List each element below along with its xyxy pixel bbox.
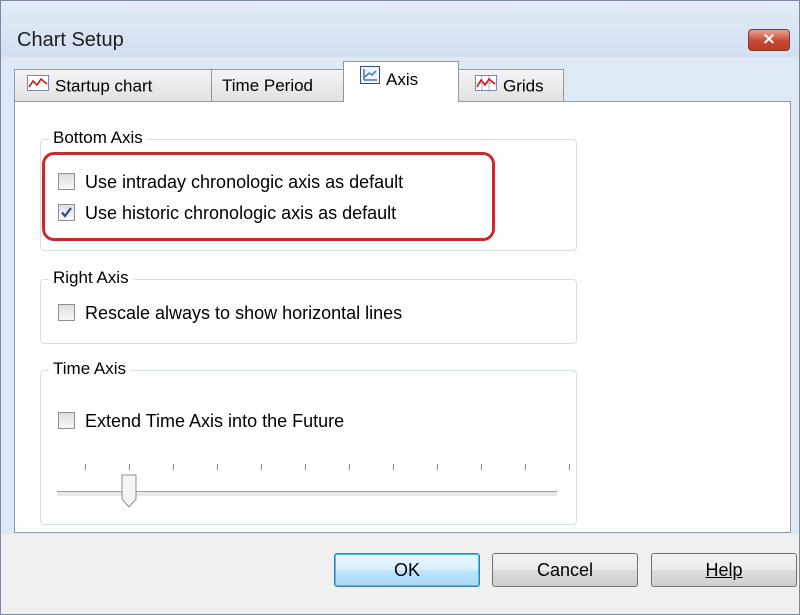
group-label: Time Axis [49, 359, 131, 379]
tab-axis[interactable]: Axis [343, 61, 459, 102]
checkbox-box[interactable] [58, 412, 75, 429]
slider-tick [437, 464, 438, 470]
tab-time-period[interactable]: Time Period [211, 69, 344, 101]
slider-tick [261, 464, 262, 470]
slider-tick [393, 464, 394, 470]
window-title: Chart Setup [17, 29, 124, 51]
grid-chart-icon [475, 70, 497, 101]
axis-tab-panel: Bottom Axis Use intraday chronologic axi… [14, 101, 791, 533]
slider-tick [481, 464, 482, 470]
ok-button[interactable]: OK [334, 553, 480, 587]
checkbox-label: Extend Time Axis into the Future [85, 411, 345, 431]
slider-tick [305, 464, 306, 470]
time-axis-slider[interactable] [57, 458, 570, 514]
tab-grids[interactable]: Grids [458, 69, 564, 101]
group-label: Right Axis [49, 268, 133, 288]
slider-tick [217, 464, 218, 470]
slider-tick [569, 464, 570, 470]
title-bar[interactable]: Chart Setup × [1, 1, 799, 57]
tab-startup-chart[interactable]: Startup chart [14, 69, 212, 101]
help-button[interactable]: Help [651, 553, 797, 587]
checkbox-label: Rescale always to show horizontal lines [85, 303, 403, 323]
cancel-button[interactable]: Cancel [492, 553, 638, 587]
help-label: Help [705, 560, 743, 580]
highlight-annotation [42, 152, 495, 241]
chart-setup-dialog: Chart Setup × Startup chart Time Period [0, 0, 800, 615]
close-button[interactable]: × [748, 29, 790, 51]
tab-label: Grids [503, 76, 544, 96]
slider-tick [129, 464, 130, 470]
slider-tick [525, 464, 526, 470]
slider-tick [349, 464, 350, 470]
axis-chart-icon [360, 62, 380, 96]
tab-label: Axis [386, 69, 419, 89]
tab-label: Startup chart [55, 76, 153, 96]
close-icon: × [761, 29, 777, 49]
slider-tick [173, 464, 174, 470]
slider-thumb[interactable] [120, 474, 138, 514]
checkbox-box[interactable] [58, 304, 75, 321]
slider-tick [85, 464, 86, 470]
tab-label: Time Period [222, 76, 314, 95]
group-label: Bottom Axis [49, 128, 147, 148]
line-chart-icon [27, 70, 49, 101]
